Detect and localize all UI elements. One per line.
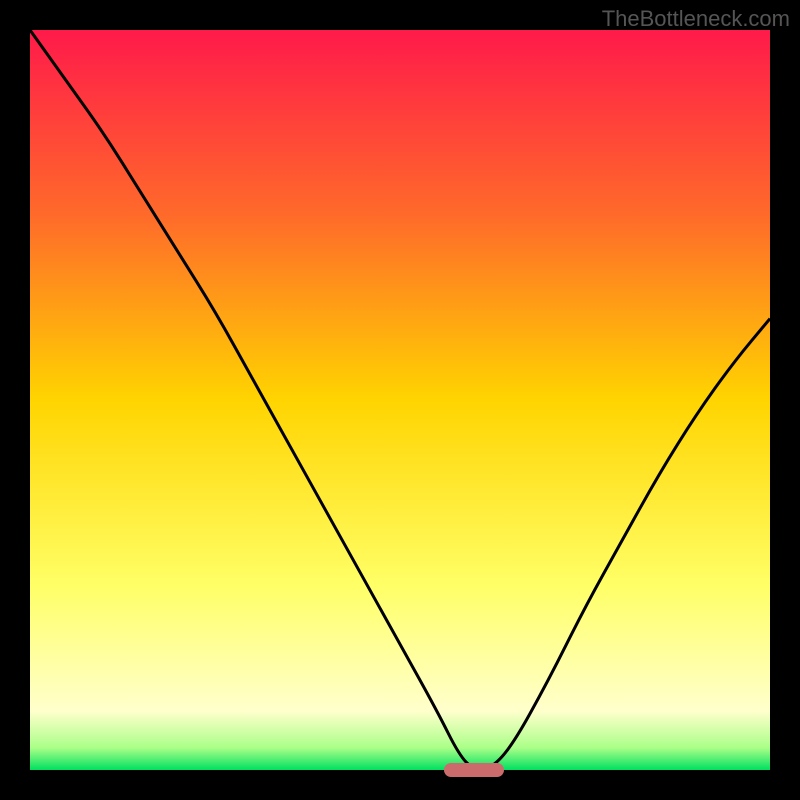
chart-svg — [30, 30, 770, 770]
chart-canvas — [30, 30, 770, 770]
optimal-marker — [444, 763, 503, 777]
watermark-text: TheBottleneck.com — [602, 6, 790, 32]
gradient-background — [30, 30, 770, 770]
